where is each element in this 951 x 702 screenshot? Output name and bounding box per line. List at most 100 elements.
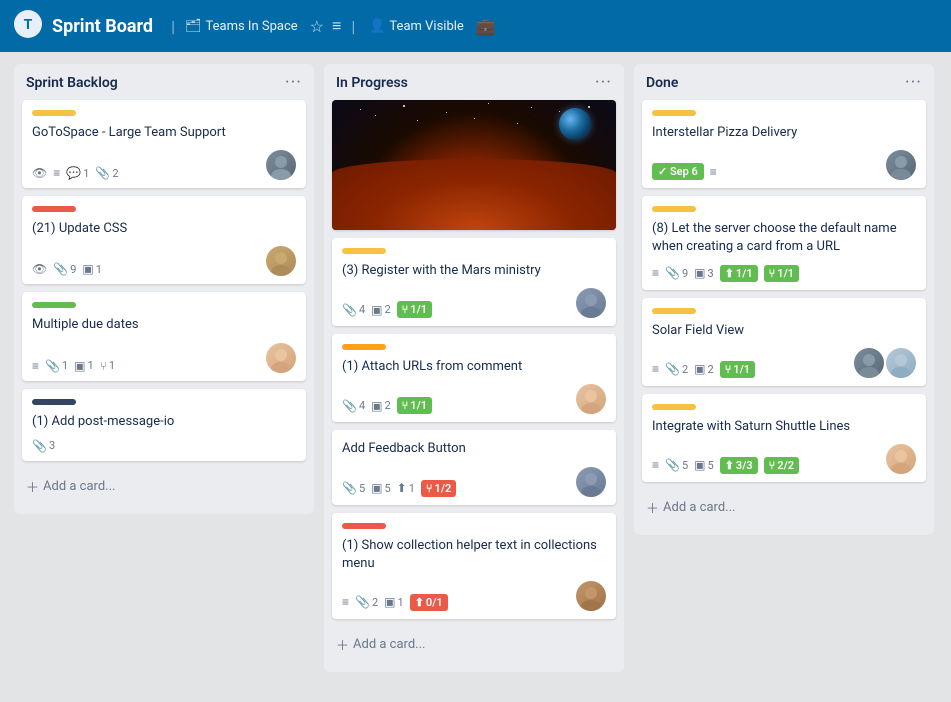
date-badge: ✓ Sep 6 [652,163,704,180]
branch-badge-red: ⑂ 1/2 [421,480,456,497]
card-avatars [266,150,296,180]
attach-meta: 📎 5 [665,458,688,472]
board: Sprint Backlog ··· GoToSpace - Large Tea… [0,52,951,684]
team-link[interactable]: 👤 Team Visible [369,19,464,34]
card-row: ≡ 📎 2 ▣ 2 ⑂ 1/1 [652,348,916,378]
checklist-meta: ▣ 1 [82,262,102,276]
card-collection-helper[interactable]: (1) Show collection helper text in colle… [332,513,616,619]
card-label-red [32,206,76,212]
card-label-yellow [342,248,386,254]
checklist-meta: ▣ 5 [371,481,391,495]
card-meta: 👁 ≡ 💬 1 📎 2 [32,166,119,180]
add-card-done[interactable]: ＋ Add a card... [642,490,926,525]
avatar [266,150,296,180]
card-saturn-shuttle[interactable]: Integrate with Saturn Shuttle Lines ≡ 📎 … [642,394,926,482]
card-row: 📎 4 ▣ 2 ⑂ 1/1 [342,384,606,414]
card-add-post-message[interactable]: (1) Add post-message-io 📎 3 [22,389,306,461]
add-card-label: Add a card... [43,479,115,494]
menu-icon[interactable]: ≡ [332,16,341,36]
card-meta: 📎 3 [32,439,296,453]
add-card-sprint-backlog[interactable]: ＋ Add a card... [22,469,306,504]
add-icon: ＋ [26,477,39,496]
card-avatars [886,150,916,180]
attach-meta: 📎 2 [665,362,688,376]
card-meta: ≡ 📎 5 ▣ 5 ⬆ 3/3 ⑂ 2/2 [652,457,799,474]
card-avatars [854,348,916,378]
card-meta: 📎 5 ▣ 5 ⬆ 1 ⑂ 1/2 [342,480,456,497]
upload-badge-green: ⬆ 1/1 [720,265,758,282]
desc-icon: ≡ [710,165,717,179]
column-sprint-backlog: Sprint Backlog ··· GoToSpace - Large Tea… [14,64,314,514]
team-label: Team Visible [389,19,463,34]
column-menu-in-progress[interactable]: ··· [595,74,612,92]
svg-text:T: T [24,17,33,33]
avatar-1 [854,348,884,378]
attach-meta: 📎 9 [665,266,688,280]
card-row: ≡ 📎 2 ▣ 1 ⬆ 0/1 [342,581,606,611]
card-label-yellow [32,110,76,116]
desc-icon: ≡ [652,266,659,280]
card-label-yellow [652,404,696,410]
workspace-link[interactable]: 🗂 Teams In Space [185,19,298,34]
avatar [886,150,916,180]
card-avatars [576,581,606,611]
card-label-dark [32,399,76,405]
card-update-css[interactable]: (21) Update CSS 👁 📎 9 ▣ 1 [22,196,306,284]
card-solar-field[interactable]: Solar Field View ≡ 📎 2 ▣ 2 ⑂ 1/1 [642,298,926,386]
earth [559,108,591,140]
board-title: Sprint Board [52,16,153,37]
card-title: (8) Let the server choose the default na… [652,220,916,256]
column-menu-done[interactable]: ··· [905,74,922,92]
card-server-name[interactable]: (8) Let the server choose the default na… [642,196,926,289]
upload-meta: ⬆ 1 [397,481,415,495]
briefcase-icon[interactable]: 💼 [476,17,496,36]
card-avatars [886,444,916,474]
column-header-in-progress: In Progress ··· [332,74,616,92]
attach-meta: 📎 4 [342,399,365,413]
mars-image [332,100,616,230]
card-feedback-button[interactable]: Add Feedback Button 📎 5 ▣ 5 ⬆ 1 ⑂ 1/2 [332,430,616,504]
checklist-meta: ▣ 1 [384,595,404,609]
workspace-label: Teams In Space [205,19,297,34]
card-mars-image[interactable] [332,100,616,230]
card-title: Add Feedback Button [342,440,606,458]
card-register-mars[interactable]: (3) Register with the Mars ministry 📎 4 … [332,238,616,326]
add-card-label: Add a card... [353,637,425,652]
star-icon[interactable]: ☆ [310,17,324,36]
attach-meta: 📎 2 [355,595,378,609]
add-card-in-progress[interactable]: ＋ Add a card... [332,627,616,662]
column-menu-sprint-backlog[interactable]: ··· [285,74,302,92]
card-avatars [266,343,296,373]
card-label-yellow [652,206,696,212]
card-avatars [576,288,606,318]
header-divider-2: | [351,17,355,36]
card-meta: ≡ 📎 1 ▣ 1 ⑂ 1 [32,359,115,373]
card-title: Integrate with Saturn Shuttle Lines [652,418,916,436]
column-title-done: Done [646,75,678,91]
column-title-sprint-backlog: Sprint Backlog [26,75,118,91]
card-attach-urls[interactable]: (1) Attach URLs from comment 📎 4 ▣ 2 ⑂ 1… [332,334,616,422]
logo: T [12,8,44,44]
mars-surface [332,159,616,231]
branch-badge: ⑂ 1/1 [720,361,755,378]
column-title-in-progress: In Progress [336,75,408,91]
desc-icon: ≡ [652,458,659,472]
branch-badge: ⑂ 1/1 [397,301,432,318]
branch-badge: ⑂ 2/2 [764,457,799,474]
desc-icon: ≡ [342,595,349,609]
upload-badge-green: ⬆ 3/3 [720,457,758,474]
column-in-progress: In Progress ··· [324,64,624,672]
card-title: (1) Show collection helper text in colle… [342,537,606,573]
add-icon: ＋ [336,635,349,654]
card-pizza-delivery[interactable]: Interstellar Pizza Delivery ✓ Sep 6 ≡ [642,100,926,188]
branch-badge: ⑂ 1/1 [764,265,799,282]
card-multiple-due-dates[interactable]: Multiple due dates ≡ 📎 1 ▣ 1 ⑂ 1 [22,292,306,380]
avatar [266,246,296,276]
add-card-label: Add a card... [663,500,735,515]
card-title: Solar Field View [652,322,916,340]
avatar [576,581,606,611]
mars-scene [332,100,616,230]
card-gotospace[interactable]: GoToSpace - Large Team Support 👁 ≡ 💬 1 📎… [22,100,306,188]
card-avatars [576,384,606,414]
card-meta: ≡ 📎 9 ▣ 3 ⬆ 1/1 ⑂ 1/1 [652,265,916,282]
